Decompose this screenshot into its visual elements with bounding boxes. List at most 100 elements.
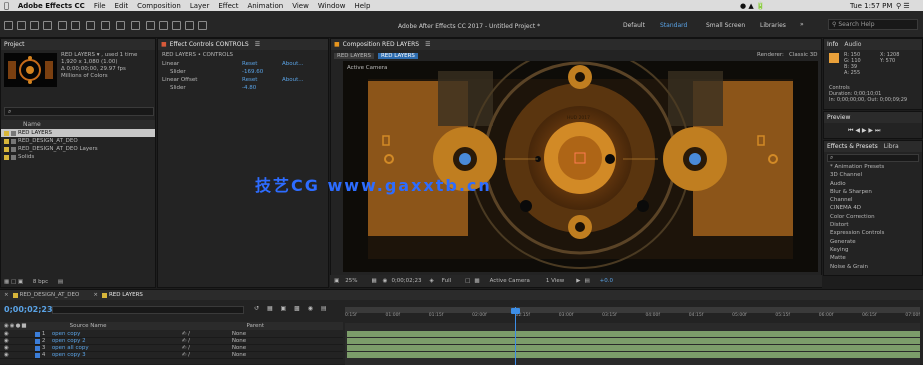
renderer-value[interactable]: Classic 3D <box>789 52 818 58</box>
effects-category[interactable]: Expression Controls <box>824 230 922 238</box>
timeline-tab-red-layers[interactable]: RED LAYERS <box>109 292 143 298</box>
project-item-solids[interactable]: Solids <box>1 153 155 161</box>
effects-category[interactable]: CINEMA 4D <box>824 205 922 213</box>
close-tab-icon[interactable]: × <box>93 292 98 298</box>
transparency-icon[interactable]: ▩ <box>474 278 479 284</box>
layer-parent[interactable]: None <box>232 331 246 337</box>
preview-tab[interactable]: Preview <box>827 114 850 121</box>
layer-switches[interactable]: ✍ / <box>182 345 232 351</box>
menu-help[interactable]: Help <box>354 2 370 10</box>
timeline-icon[interactable]: ▤ <box>584 278 589 284</box>
reset-link[interactable]: Reset <box>242 77 282 83</box>
composition-viewer[interactable]: Active Camera HUD 2017 <box>343 61 818 272</box>
layer-parent[interactable]: None <box>232 345 246 351</box>
playhead[interactable] <box>515 307 516 365</box>
project-item-design[interactable]: RED_DESIGN_AT_DEO <box>1 137 155 145</box>
workspace-small-screen[interactable]: Small Screen <box>706 22 745 29</box>
zoom-tool-icon[interactable] <box>43 21 52 30</box>
effects-category[interactable]: Generate <box>824 239 922 247</box>
lock-icon[interactable]: ■ <box>161 41 167 48</box>
close-tab-icon[interactable]: × <box>4 292 9 298</box>
effects-category[interactable]: Matte <box>824 255 922 263</box>
visibility-icon[interactable]: ◉ <box>4 331 9 337</box>
fast-preview-icon[interactable]: ▶ <box>576 278 580 284</box>
effects-category[interactable]: Keying <box>824 247 922 255</box>
selection-tool-icon[interactable] <box>17 21 26 30</box>
effect-controls-tab[interactable]: Effect Controls CONTROLS <box>170 41 249 48</box>
type-tool-icon[interactable] <box>131 21 140 30</box>
menu-window[interactable]: Window <box>318 2 346 10</box>
pan-behind-tool-icon[interactable] <box>86 21 95 30</box>
effects-category[interactable]: Blur & Sharpen <box>824 189 922 197</box>
interpret-footage-icon[interactable]: ▦ <box>4 279 9 285</box>
menu-view[interactable]: View <box>292 2 309 10</box>
grid-icon[interactable]: ▦ <box>371 278 376 284</box>
effect-row-slider[interactable]: Slider -169.60 <box>158 68 328 76</box>
visibility-icon[interactable]: ◉ <box>4 338 9 344</box>
new-folder-icon[interactable]: □ <box>11 279 16 285</box>
new-comp-icon[interactable]: ▣ <box>18 279 23 285</box>
always-preview-icon[interactable]: ▣ <box>334 278 339 284</box>
layer-bar[interactable] <box>347 331 920 337</box>
layer-row[interactable]: ◉ 3 open all copy ✍ / None <box>0 345 343 352</box>
menu-edit[interactable]: Edit <box>115 2 129 10</box>
layer-bar[interactable] <box>347 338 920 344</box>
shy-icon[interactable]: ▣ <box>281 305 287 312</box>
visibility-icon[interactable]: ◉ <box>4 352 9 358</box>
pen-tool-icon[interactable] <box>116 21 125 30</box>
puppet-tool-icon[interactable] <box>198 21 207 30</box>
show-snapshot-icon[interactable]: ◈ <box>430 278 434 284</box>
brush-tool-icon[interactable] <box>146 21 155 30</box>
menu-file[interactable]: File <box>94 2 106 10</box>
time-ruler[interactable]: 0:15f 01:00f 01:15f 02:00f 02:15f 03:00f 03:15… <box>345 313 920 322</box>
apple-icon[interactable]:  <box>4 1 9 10</box>
comp-lock-icon[interactable]: ■ <box>334 41 340 48</box>
comp-subtab-1[interactable]: RED LAYERS <box>334 52 374 59</box>
effect-row-slider-2[interactable]: Slider -4.80 <box>158 84 328 92</box>
eraser-tool-icon[interactable] <box>172 21 181 30</box>
prev-frame-icon[interactable]: ◀ <box>855 127 860 134</box>
reset-link[interactable]: Reset <box>242 61 282 67</box>
layer-parent[interactable]: None <box>232 338 246 344</box>
next-frame-icon[interactable]: ▶ <box>868 127 873 134</box>
exposure-value[interactable]: +0.0 <box>600 278 613 284</box>
camera-snapshot-icon[interactable]: ◉ <box>383 278 388 284</box>
layer-row[interactable]: ◉ 2 open copy 2 ✍ / None <box>0 338 343 345</box>
about-link[interactable]: About... <box>282 61 304 67</box>
slider-value[interactable]: -4.80 <box>242 85 256 91</box>
workspace-default[interactable]: Default <box>623 22 645 29</box>
motion-blur-icon[interactable]: ◉ <box>308 305 313 312</box>
current-time-display[interactable]: 0;00;02;23 <box>391 278 421 284</box>
project-item-red-layers[interactable]: RED LAYERS <box>1 129 155 137</box>
layer-switches[interactable]: ✍ / <box>182 331 232 337</box>
comp-flowchart-icon[interactable]: ↺ <box>254 305 259 312</box>
layer-name[interactable]: open all copy <box>52 345 182 351</box>
layer-bar[interactable] <box>347 345 920 351</box>
camera-dropdown[interactable]: Active Camera <box>490 278 530 284</box>
effects-category[interactable]: Distort <box>824 222 922 230</box>
timeline-tab-design[interactable]: RED_DESIGN_AT_DEO <box>20 292 80 298</box>
menu-effect[interactable]: Effect <box>218 2 238 10</box>
draft-3d-icon[interactable]: ▦ <box>267 305 273 312</box>
menu-app[interactable]: Adobe Effects CC <box>18 2 85 10</box>
last-frame-icon[interactable]: ⏭ <box>875 127 880 134</box>
effect-row-linear-offset[interactable]: Linear Offset Reset About... <box>158 76 328 84</box>
roto-tool-icon[interactable] <box>185 21 194 30</box>
project-search-input[interactable]: ⌕ <box>4 107 154 116</box>
workspace-standard[interactable]: Standard <box>660 22 687 29</box>
frame-blend-icon[interactable]: ▩ <box>294 305 300 312</box>
layer-row[interactable]: ◉ 4 open copy 3 ✍ / None <box>0 352 343 359</box>
effect-row-linear[interactable]: Linear Reset About... <box>158 60 328 68</box>
layer-bar[interactable] <box>347 352 920 358</box>
hand-tool-icon[interactable] <box>30 21 39 30</box>
composition-tab[interactable]: Composition RED LAYERS <box>343 41 419 48</box>
resolution-dropdown[interactable]: Full <box>442 278 451 284</box>
about-link[interactable]: About... <box>282 77 304 83</box>
bpc-label[interactable]: 8 bpc <box>33 279 48 285</box>
workspace-more-icon[interactable]: » <box>800 21 804 28</box>
audio-tab[interactable]: Audio <box>844 41 861 48</box>
timeline-search-input[interactable] <box>52 306 244 314</box>
first-frame-icon[interactable]: ⏮ <box>848 127 853 134</box>
libraries-tab[interactable]: Libra <box>884 143 899 150</box>
timeline-current-time[interactable]: 0;00;02;23 <box>4 305 53 314</box>
